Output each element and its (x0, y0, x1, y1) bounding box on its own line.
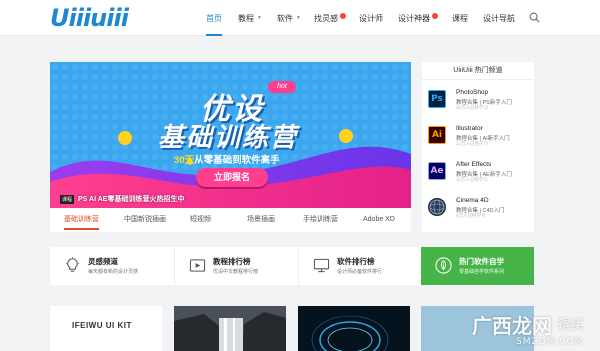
tab-short-video[interactable]: 短视频 (190, 208, 211, 232)
banner-title-line2: 基础训练营 (158, 122, 299, 152)
thumb-ui-kit-label: IFEIWU UI KIT (72, 321, 132, 330)
nav-home-label: 首页 (206, 13, 222, 23)
search-icon[interactable] (529, 12, 540, 23)
thumb-waterfall[interactable] (174, 306, 286, 351)
chevron-down-icon: ▼ (296, 15, 301, 21)
nav-software[interactable]: 软件 ▼ (277, 0, 301, 36)
banner-subtitle: 30天从零基础到软件高手 (174, 152, 280, 166)
nav-design-tools[interactable]: 设计神器 (398, 0, 438, 36)
hot-badge: hot (268, 81, 296, 93)
after-effects-icon: Ae (428, 162, 446, 180)
feature-title: 热门软件自学 (459, 257, 504, 266)
watermark-line2: SMZDM.COM (516, 337, 584, 347)
new-badge-icon (340, 12, 346, 19)
feature-software-self-study[interactable]: 热门软件自学 零基础自学软件系列 (421, 247, 534, 285)
cinema4d-icon (428, 198, 446, 216)
site-logo[interactable]: Uiiiuiii (50, 4, 129, 32)
leaf-icon (435, 257, 452, 274)
nav-inspiration[interactable]: 找灵感 (314, 0, 346, 36)
tech-ring-image (298, 306, 410, 351)
illustrator-icon: Ai (428, 126, 446, 144)
caption-tag: 课程 (60, 194, 75, 204)
tab-training-camp[interactable]: 基础训练营 (64, 208, 99, 232)
cinema4d-sphere-icon (429, 199, 445, 215)
thumb-tech-circle[interactable] (298, 306, 410, 351)
top-header: Uiiiuiii 首页 教程 ▼ 软件 ▼ 找灵感 设计师 设计神器 课程 设计导航 (0, 0, 600, 36)
nav-designers-label: 设计师 (359, 13, 383, 23)
feature-title: 教程排行榜 (213, 257, 251, 266)
feature-sub: 优设中文教程排行榜 (213, 269, 259, 275)
video-icon (189, 259, 206, 272)
nav-design-navigation[interactable]: 设计导航 (483, 0, 515, 36)
feature-inspiration[interactable]: 灵感频道 每天都有新的设计灵感 (50, 247, 174, 285)
tab-scene-illustration[interactable]: 场景插画 (247, 208, 275, 232)
nav-design-tools-label: 设计神器 (398, 13, 430, 23)
feature-tutorial-ranking[interactable]: 教程排行榜 优设中文教程排行榜 (174, 247, 298, 285)
nav-courses[interactable]: 课程 (452, 0, 468, 36)
feature-sub: 每天都有新的设计灵感 (88, 269, 139, 275)
thumb-ui-kit[interactable]: IFEIWU UI KIT (50, 306, 162, 351)
nav-tutorials-label: 教程 (238, 13, 254, 23)
banner-caption[interactable]: 课程 PS AI AE零基础训练营火热招生中 (50, 190, 411, 208)
hot-item-after-effects[interactable]: Ae After Effects 教程合集 | AE新手入门 11万人已经学习 (428, 160, 532, 190)
tab-hand-drawing[interactable]: 手绘训练营 (303, 208, 338, 232)
nav-courses-label: 课程 (452, 13, 468, 23)
hot-item-photoshop[interactable]: Ps PhotoShop 教程合集 | PS新手入门 30万人已经学习 (428, 88, 532, 118)
nav-inspiration-label: 找灵感 (314, 13, 338, 23)
nav-tutorials[interactable]: 教程 ▼ (238, 0, 262, 36)
hot-channels-panel: UiiiUiii 热门频道 Ps PhotoShop 教程合集 | PS新手入门… (422, 62, 534, 232)
feature-title: 灵感频道 (88, 257, 118, 266)
monitor-icon (313, 258, 330, 273)
watermark-extra: 得买 (558, 318, 585, 333)
nav-designers[interactable]: 设计师 (359, 0, 383, 36)
hero-banner[interactable]: hot 优设 基础训练营 30天从零基础到软件高手 立即报名 课程 PS AI … (50, 62, 411, 208)
caption-text: PS AI AE零基础训练营火热招生中 (78, 196, 185, 203)
hot-item-meta: 11万人已经学习 (456, 177, 488, 182)
hot-item-name: Cinema 4D (456, 197, 489, 204)
hot-item-meta: 30万人已经学习 (456, 105, 489, 110)
photoshop-icon: Ps (428, 90, 446, 108)
site-watermark: 广西龙网 得买 SMZDM.COM (470, 310, 600, 351)
logo-text: Uiiiuiii (50, 4, 129, 32)
waterfall-image (174, 306, 286, 351)
chevron-down-icon: ▼ (257, 15, 262, 21)
tab-adobe-xd[interactable]: Adobe XD (363, 208, 395, 232)
signup-button[interactable]: 立即报名 (196, 168, 268, 187)
hot-item-cinema4d[interactable]: Cinema 4D 教程合集 | C4D入门 8万人已经学习 (428, 196, 532, 226)
feature-software-ranking[interactable]: 软件排行榜 设计师必备软件排行 (298, 247, 421, 285)
hot-item-illustrator[interactable]: Ai Illustrator 教程合集 | AI新手入门 13万人已经学习 (428, 124, 532, 154)
nav-home[interactable]: 首页 (206, 0, 222, 36)
hot-item-name: Illustrator (456, 125, 483, 132)
watermark-line1: 广西龙网 (472, 314, 552, 338)
new-badge-icon (432, 12, 438, 19)
hot-item-meta: 8万人已经学习 (456, 213, 486, 218)
lightbulb-icon (65, 257, 80, 272)
feature-sub: 设计师必备软件排行 (337, 269, 383, 275)
feature-sub: 零基础自学软件系列 (459, 269, 505, 275)
banner-subtitle-days: 30天 (174, 155, 195, 166)
hot-item-name: PhotoShop (456, 89, 489, 96)
feature-title: 软件排行榜 (337, 257, 375, 266)
nav-software-label: 软件 (277, 13, 293, 23)
tab-illustration[interactable]: 中国新锐插画 (124, 208, 166, 232)
hot-channels-title: UiiiUiii 热门频道 (422, 62, 534, 80)
banner-tabs: 基础训练营 中国新锐插画 短视频 场景插画 手绘训练营 Adobe XD (50, 208, 411, 232)
hot-item-meta: 13万人已经学习 (456, 141, 489, 146)
hot-item-name: After Effects (456, 161, 492, 168)
banner-subtitle-rest: 从零基础到软件高手 (194, 155, 280, 166)
nav-design-navigation-label: 设计导航 (483, 13, 515, 23)
